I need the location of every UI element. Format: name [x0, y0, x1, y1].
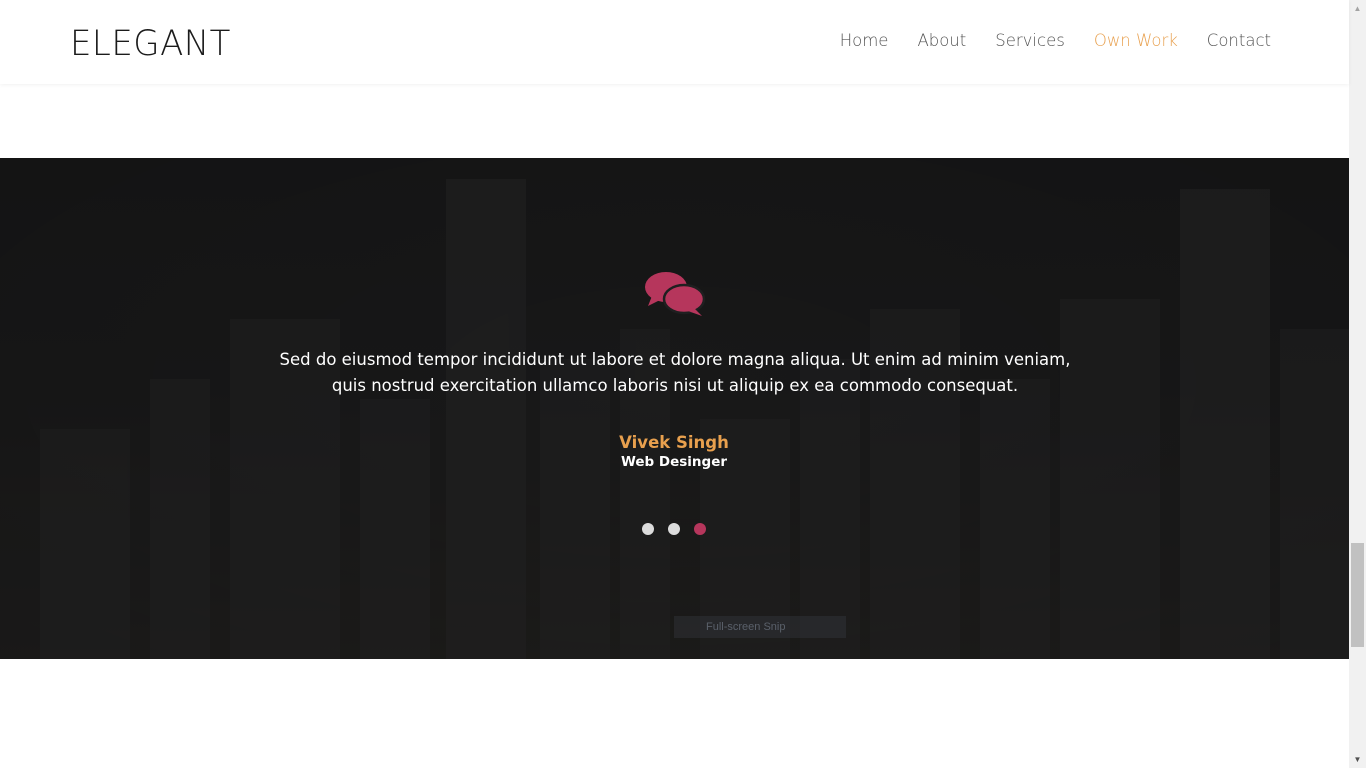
carousel-dot-2[interactable]: [668, 523, 680, 535]
snip-overlay-label: Full-screen Snip: [674, 616, 846, 638]
carousel-dot-3[interactable]: [694, 523, 706, 535]
page: ELEGANT Home About Services Own Work Con…: [0, 0, 1349, 768]
site-header: ELEGANT Home About Services Own Work Con…: [0, 0, 1349, 84]
chat-bubbles-icon: [645, 272, 706, 316]
testimonial-section: Sed do eiusmod tempor incididunt ut labo…: [0, 158, 1349, 659]
nav-own-work[interactable]: Own Work: [1094, 30, 1178, 52]
nav-home[interactable]: Home: [840, 30, 889, 52]
scroll-thumb[interactable]: [1351, 543, 1364, 647]
carousel-dot-1[interactable]: [642, 523, 654, 535]
dark-overlay: [0, 158, 1349, 659]
scroll-up-arrow-icon[interactable]: ▲: [1349, 0, 1366, 17]
vertical-scrollbar[interactable]: ▲ ▼: [1349, 0, 1366, 768]
testimonial-author-role: Web Desinger: [620, 454, 728, 470]
nav-contact[interactable]: Contact: [1207, 30, 1271, 52]
main-nav: Home About Services Own Work Contact: [840, 30, 1271, 52]
testimonial-quote: Sed do eiusmod tempor incididunt ut labo…: [279, 350, 1071, 395]
carousel-dots: [642, 523, 706, 535]
logo[interactable]: ELEGANT: [70, 24, 231, 64]
testimonial-author-name: Vivek Singh: [619, 433, 729, 452]
scroll-down-arrow-icon[interactable]: ▼: [1349, 751, 1366, 768]
nav-about[interactable]: About: [917, 30, 966, 52]
nav-services[interactable]: Services: [995, 30, 1065, 52]
